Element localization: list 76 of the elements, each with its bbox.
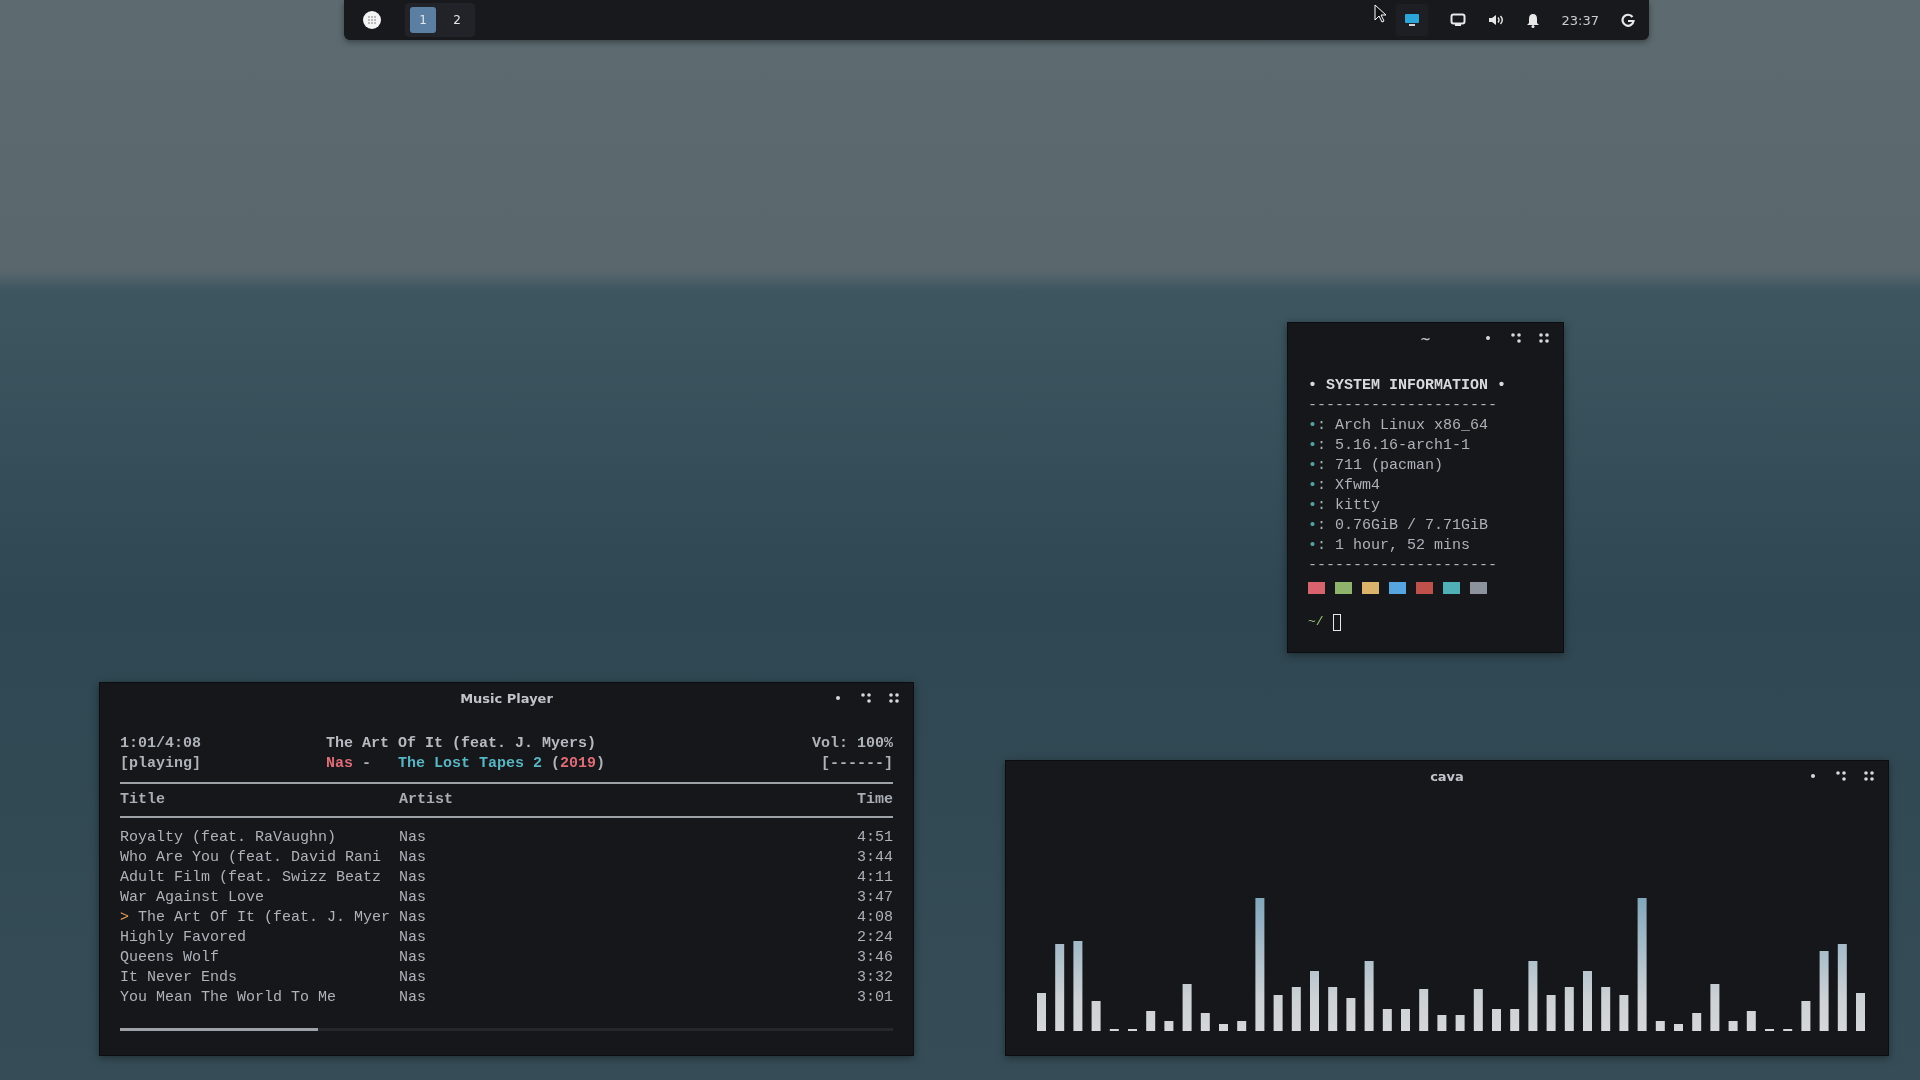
track-title[interactable]: Adult Film (feat. Swizz Beatz bbox=[120, 868, 390, 888]
track-title[interactable]: You Mean The World To Me bbox=[120, 988, 390, 1008]
three-dots-icon bbox=[1511, 333, 1521, 343]
dot-icon bbox=[1486, 336, 1490, 340]
track-duration: 4:08 bbox=[857, 908, 893, 928]
track-artist: Nas bbox=[399, 988, 427, 1008]
power-button[interactable] bbox=[1621, 13, 1635, 27]
column-header[interactable]: Title bbox=[120, 790, 390, 810]
tray-app-button[interactable] bbox=[1395, 4, 1428, 36]
info-line: •: Xfwm4 bbox=[1308, 476, 1382, 496]
info-line: •: Arch Linux x86_64 bbox=[1308, 416, 1490, 436]
track-artist: Nas bbox=[399, 948, 427, 968]
window-title: ~ bbox=[1420, 330, 1431, 346]
track-duration: 4:51 bbox=[857, 828, 893, 848]
speaker-icon bbox=[1487, 13, 1504, 27]
song-title: The Art Of It (feat. J. Myers) bbox=[326, 734, 598, 754]
track-duration: 3:32 bbox=[857, 968, 893, 988]
track-duration: 3:46 bbox=[857, 948, 893, 968]
track-title[interactable]: > The Art Of It (feat. J. Myer bbox=[120, 908, 390, 928]
four-dots-icon bbox=[1539, 333, 1549, 343]
bell-icon bbox=[1525, 12, 1540, 28]
song-details: Nas - The Lost Tapes 2 (2019) bbox=[326, 754, 607, 774]
four-dots-icon bbox=[889, 693, 899, 703]
track-duration: 3:47 bbox=[857, 888, 893, 908]
column-header[interactable]: Artist bbox=[399, 790, 848, 810]
track-artist: Nas bbox=[399, 868, 427, 888]
track-title[interactable]: War Against Love bbox=[120, 888, 390, 908]
monitor-icon bbox=[1403, 12, 1420, 28]
dashed-rule: --------------------- bbox=[1308, 556, 1499, 576]
info-line: •: 1 hour, 52 mins bbox=[1308, 536, 1472, 556]
clock: 23:37 bbox=[1561, 12, 1599, 28]
mouse-pointer-icon bbox=[1374, 4, 1388, 24]
dot-icon bbox=[1811, 774, 1815, 778]
playback-state: [playing] bbox=[120, 754, 202, 774]
four-dots-icon bbox=[1864, 771, 1874, 781]
dashed-rule: --------------------- bbox=[1308, 396, 1499, 416]
window-title: Music Player bbox=[460, 690, 553, 706]
grid-icon bbox=[368, 16, 376, 24]
track-title[interactable]: Highly Favored bbox=[120, 928, 390, 948]
notifications-button[interactable] bbox=[1525, 12, 1540, 28]
info-line: •: 5.16.16-arch1-1 bbox=[1308, 436, 1472, 456]
track-artist: Nas bbox=[399, 908, 427, 928]
track-duration: 4:11 bbox=[857, 868, 893, 888]
track-artist: Nas bbox=[399, 928, 427, 948]
shell-prompt: ~/ bbox=[1308, 613, 1324, 631]
track-artist: Nas bbox=[399, 848, 427, 868]
track-duration: 3:01 bbox=[857, 988, 893, 1008]
text-cursor bbox=[1332, 613, 1341, 631]
dot-icon bbox=[836, 696, 840, 700]
display-button[interactable] bbox=[1449, 13, 1466, 27]
volume-button[interactable] bbox=[1487, 13, 1504, 27]
column-header[interactable]: Time bbox=[857, 790, 893, 810]
three-dots-icon bbox=[861, 693, 871, 703]
track-artist: Nas bbox=[399, 888, 427, 908]
app-menu-button[interactable] bbox=[363, 11, 381, 29]
info-line: •: 711 (pacman) bbox=[1308, 456, 1445, 476]
info-line: •: 0.76GiB / 7.71GiB bbox=[1308, 516, 1490, 536]
track-title[interactable]: Royalty (feat. RaVaughn) bbox=[120, 828, 390, 848]
workspace-button[interactable]: 2 bbox=[444, 7, 470, 33]
workspace-button[interactable]: 1 bbox=[410, 7, 436, 33]
volume-level-text: [------] bbox=[820, 754, 893, 774]
window-title: cava bbox=[1430, 768, 1464, 784]
track-duration: 3:44 bbox=[857, 848, 893, 868]
info-line: •: kitty bbox=[1308, 496, 1382, 516]
elapsed-time: 1:01/4:08 bbox=[120, 734, 202, 754]
track-title[interactable]: Queens Wolf bbox=[120, 948, 390, 968]
volume-label: Vol: 100% bbox=[812, 734, 893, 754]
track-artist: Nas bbox=[399, 968, 427, 988]
track-title[interactable]: Who Are You (feat. David Rani bbox=[120, 848, 390, 868]
track-title[interactable]: It Never Ends bbox=[120, 968, 390, 988]
three-dots-icon bbox=[1836, 771, 1846, 781]
track-artist: Nas bbox=[399, 828, 427, 848]
restart-icon bbox=[1621, 13, 1635, 27]
section-heading: • SYSTEM INFORMATION • bbox=[1308, 376, 1508, 396]
display-icon bbox=[1449, 13, 1466, 27]
track-duration: 2:24 bbox=[857, 928, 893, 948]
